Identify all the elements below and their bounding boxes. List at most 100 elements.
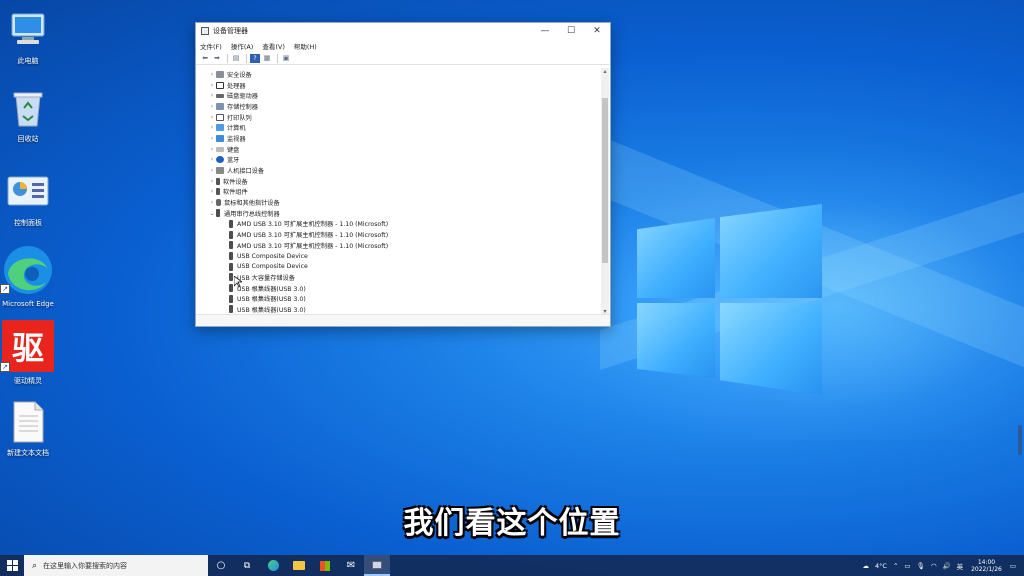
microphone-icon[interactable]: 🎙 <box>917 562 925 570</box>
tree-category-monitor[interactable]: › 监视器 <box>196 133 602 144</box>
weather-temp[interactable]: 4°C <box>875 562 887 570</box>
minimize-button[interactable]: — <box>532 23 558 39</box>
wifi-icon[interactable]: ◠ <box>931 562 937 570</box>
chevron-right-icon[interactable]: › <box>208 199 216 206</box>
tree-item-usb-device[interactable]: AMD USB 3.10 可扩展主机控制器 - 1.10 (Microsoft) <box>196 240 602 251</box>
tree-item-usb-device[interactable]: USB Composite Device <box>196 251 602 262</box>
desktop-icon-text-document[interactable]: 新建文本文档 <box>0 400 58 458</box>
tree-category-hid[interactable]: › 人机接口设备 <box>196 165 602 176</box>
menu-file[interactable]: 文件(F) <box>200 41 222 51</box>
control-panel-icon <box>6 170 50 214</box>
volume-icon[interactable]: 🔊 <box>942 562 950 570</box>
tree-category-computer[interactable]: › 计算机 <box>196 122 602 133</box>
category-label: 软件设备 <box>223 178 248 186</box>
edge-icon <box>267 560 279 571</box>
title-bar[interactable]: 设备管理器 — ☐ ✕ <box>196 23 610 39</box>
menu-view[interactable]: 查看(V) <box>262 41 285 51</box>
tree-item-usb-device[interactable]: AMD USB 3.10 可扩展主机控制器 - 1.10 (Microsoft) <box>196 219 602 230</box>
forward-arrow-icon[interactable]: ➡ <box>212 54 222 63</box>
chevron-right-icon[interactable]: › <box>208 71 216 78</box>
tree-category-keyboard[interactable]: › 键盘 <box>196 144 602 155</box>
chevron-right-icon[interactable]: › <box>208 146 216 153</box>
desktop-icon-recycle-bin[interactable]: 回收站 <box>0 86 58 144</box>
maximize-button[interactable]: ☐ <box>558 23 584 39</box>
keyboard-icon <box>216 146 224 152</box>
processor-icon <box>216 81 224 89</box>
weather-icon[interactable]: ☁ <box>863 562 870 570</box>
cortana-button[interactable]: ○ <box>208 555 234 576</box>
chevron-right-icon[interactable]: › <box>208 114 216 121</box>
device-manager-window[interactable]: 设备管理器 — ☐ ✕ 文件(F) 操作(A) 查看(V) 帮助(H) ⬅ ➡ … <box>195 22 611 327</box>
properties-icon[interactable]: ▤ <box>231 54 241 63</box>
menu-action[interactable]: 操作(A) <box>231 41 254 51</box>
tree-category-storage[interactable]: › 存储控制器 <box>196 101 602 112</box>
desktop-icon-label: 此电脑 <box>17 57 39 65</box>
tree-category-software-device[interactable]: › 软件设备 <box>196 176 602 187</box>
notification-icon[interactable]: ▭ <box>1010 562 1016 570</box>
chevron-right-icon[interactable]: › <box>208 135 216 142</box>
hid-icon <box>216 167 224 175</box>
taskbar-mail[interactable]: ✉ <box>338 555 364 576</box>
scan-hardware-icon[interactable]: ▣ <box>281 54 291 63</box>
tree-category-software-component[interactable]: › 软件组件 <box>196 187 602 198</box>
chevron-up-icon[interactable]: ⌃ <box>893 562 898 570</box>
taskbar-device-manager[interactable] <box>364 555 390 576</box>
chevron-right-icon[interactable]: › <box>208 92 216 99</box>
toolbar-separator <box>227 53 228 63</box>
tree-item-usb-device[interactable]: USB 根集线器(USB 3.0) <box>196 283 602 294</box>
clock-time: 14:00 <box>977 558 996 566</box>
chevron-right-icon[interactable]: › <box>208 167 216 174</box>
chevron-right-icon[interactable]: › <box>208 156 216 163</box>
desktop-icon-edge[interactable]: ↗ Microsoft Edge <box>0 244 58 308</box>
close-button[interactable]: ✕ <box>584 23 610 39</box>
category-label: 蓝牙 <box>227 157 240 165</box>
task-view-button[interactable]: ⧉ <box>234 555 260 576</box>
vertical-scrollbar[interactable]: ▴ ▾ <box>601 68 609 315</box>
tree-category-mouse[interactable]: › 鼠标和其他指针设备 <box>196 197 602 208</box>
tree-category-print-queue[interactable]: › 打印队列 <box>196 112 602 123</box>
device-label: USB Composite Device <box>237 263 308 271</box>
chevron-right-icon[interactable]: › <box>208 82 216 89</box>
taskbar-edge[interactable] <box>260 555 286 576</box>
chevron-right-icon[interactable]: › <box>208 188 216 195</box>
category-label: 安全设备 <box>227 71 252 79</box>
desktop-icon-label: 控制面板 <box>14 219 42 227</box>
tree-category-processor[interactable]: › 处理器 <box>196 80 602 91</box>
chevron-right-icon[interactable]: › <box>208 178 216 185</box>
taskbar-store[interactable] <box>312 555 338 576</box>
chevron-right-icon[interactable]: › <box>208 124 216 131</box>
desktop-icon-control-panel[interactable]: 控制面板 <box>0 170 58 228</box>
update-driver-icon[interactable]: ▦ <box>262 54 272 63</box>
scroll-up-icon[interactable]: ▴ <box>601 68 609 75</box>
tree-item-usb-device[interactable]: USB 根集线器(USB 3.0) <box>196 293 602 304</box>
tree-item-usb-device[interactable]: AMD USB 3.10 可扩展主机控制器 - 1.10 (Microsoft) <box>196 229 602 240</box>
tree-item-usb-device[interactable]: USB 大容量存储设备 <box>196 272 602 283</box>
help-icon[interactable]: ? <box>250 53 260 63</box>
input-language[interactable]: 英 <box>957 561 964 571</box>
search-icon: ⌕ <box>32 560 38 571</box>
usb-icon <box>229 294 233 303</box>
start-button[interactable] <box>0 555 24 576</box>
tree-item-usb-device[interactable]: USB Composite Device <box>196 261 602 272</box>
chevron-down-icon[interactable]: ⌄ <box>208 210 216 217</box>
usb-icon <box>229 219 233 228</box>
tree-category-bluetooth[interactable]: › 蓝牙 <box>196 155 602 166</box>
network-icon[interactable]: ▭ <box>904 562 910 570</box>
windows-start-icon <box>6 560 18 571</box>
taskbar-file-explorer[interactable] <box>286 555 312 576</box>
desktop-icon-driver-genius[interactable]: 驱 ↗ 驱动精灵 <box>0 320 58 386</box>
chevron-right-icon[interactable]: › <box>208 103 216 110</box>
back-arrow-icon[interactable]: ⬅ <box>200 54 210 63</box>
toolbar-separator <box>277 53 278 63</box>
taskbar-search-box[interactable]: ⌕ 在这里输入你要搜索的内容 <box>24 555 208 576</box>
tree-category-security[interactable]: › 安全设备 <box>196 69 602 80</box>
tree-category-usb[interactable]: ⌄ 通用串行总线控制器 <box>196 208 602 219</box>
scrollbar-thumb[interactable] <box>602 98 608 263</box>
desktop-icon-this-pc[interactable]: 此电脑 <box>0 8 58 66</box>
windows-logo-pane-br <box>720 303 822 395</box>
storage-controller-icon <box>216 102 224 110</box>
menu-help[interactable]: 帮助(H) <box>294 41 317 51</box>
tree-category-disk[interactable]: › 磁盘驱动器 <box>196 90 602 101</box>
clock[interactable]: 14:00 2022/1/26 <box>971 559 1002 573</box>
side-handle <box>1018 425 1022 455</box>
